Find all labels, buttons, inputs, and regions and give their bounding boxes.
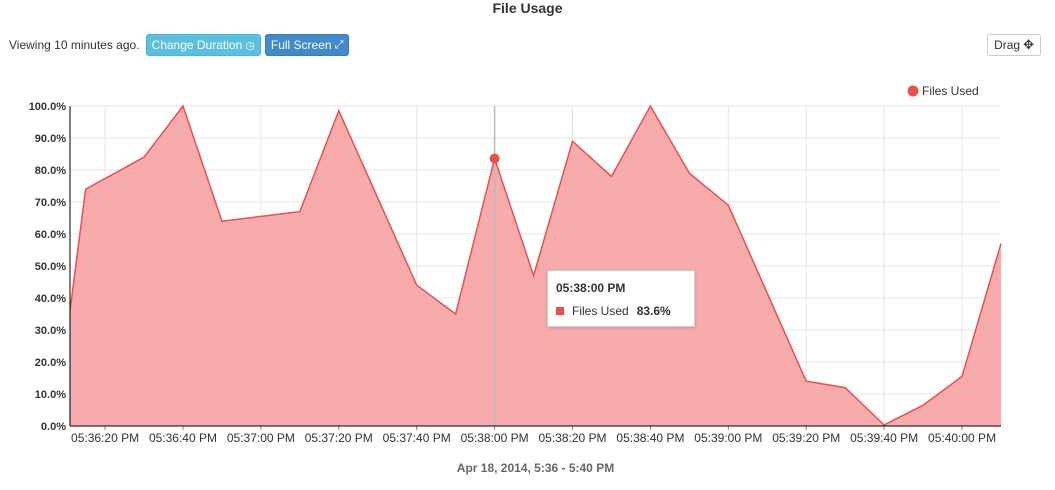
y-tick-label: 60.0%	[35, 229, 66, 241]
y-tick-label: 10.0%	[35, 389, 66, 401]
chart-tooltip: 05:38:00 PM Files Used 83.6%	[547, 270, 695, 327]
y-tick-label: 50.0%	[35, 261, 66, 273]
tooltip-series-name: Files Used	[572, 304, 629, 318]
tooltip-row: Files Used 83.6%	[556, 304, 686, 318]
y-tick-label: 30.0%	[35, 325, 66, 337]
legend-swatch-files-used	[907, 85, 919, 97]
tooltip-value: 83.6%	[636, 304, 671, 318]
x-tick-label: 05:37:00 PM	[227, 431, 295, 445]
x-tick-label: 05:39:40 PM	[850, 431, 918, 445]
x-tick-label: 05:38:00 PM	[461, 431, 529, 445]
x-tick-label: 05:36:20 PM	[71, 431, 139, 445]
x-tick-label: 05:36:40 PM	[149, 431, 217, 445]
x-tick-label: 05:38:20 PM	[538, 431, 606, 445]
y-tick-label: 80.0%	[35, 165, 66, 177]
date-range-label: Apr 18, 2014, 5:36 - 5:40 PM	[456, 461, 615, 475]
y-tick-label: 40.0%	[35, 293, 66, 305]
area-chart: 0.0% 10.0% 20.0% 30.0% 40.0% 50.0% 60.0% 70.0% 8…	[29, 84, 1002, 445]
y-tick-label: 100.0%	[29, 101, 67, 113]
x-tick-label: 05:38:40 PM	[616, 431, 684, 445]
tooltip-time: 05:38:00 PM	[556, 281, 626, 295]
x-tick-label: 05:39:00 PM	[694, 431, 762, 445]
x-tick-label: 05:37:20 PM	[305, 431, 373, 445]
tooltip-series-swatch	[556, 307, 564, 315]
x-tick-label: 05:37:40 PM	[383, 431, 451, 445]
x-tick-label: 05:40:00 PM	[928, 431, 996, 445]
x-tick-label: 05:39:20 PM	[772, 431, 840, 445]
y-tick-label: 20.0%	[35, 357, 66, 369]
y-tick-label: 0.0%	[41, 421, 66, 433]
y-tick-label: 70.0%	[35, 197, 66, 209]
y-tick-label: 90.0%	[35, 133, 66, 145]
legend-label-files-used: Files Used	[922, 84, 979, 98]
highlight-point	[489, 153, 500, 164]
